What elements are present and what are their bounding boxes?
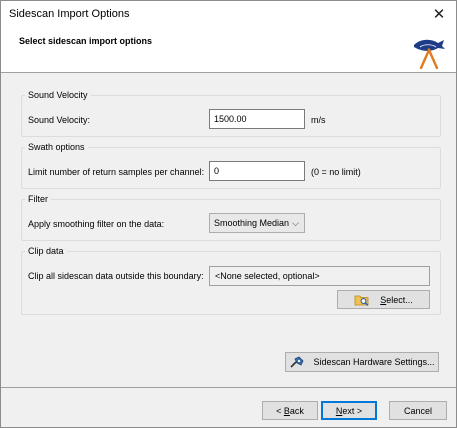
hardware-settings-icon: [290, 356, 304, 368]
return-samples-input[interactable]: 0: [209, 161, 305, 181]
return-samples-hint: (0 = no limit): [311, 167, 361, 177]
dialog-window: Sidescan Import Options ✕ Select sidesca…: [0, 0, 457, 428]
group-filter: Filter Apply smoothing filter on the dat…: [21, 194, 441, 241]
dialog-header: Select sidescan import options: [1, 27, 456, 73]
sound-velocity-input[interactable]: 1500.00: [209, 109, 305, 129]
group-sound-velocity: Sound Velocity Sound Velocity: 1500.00 m…: [21, 90, 441, 137]
clip-boundary-label: Clip all sidescan data outside this boun…: [28, 271, 204, 281]
group-clip-data: Clip data Clip all sidescan data outside…: [21, 246, 441, 315]
smoothing-filter-value: Smoothing Median: [214, 218, 290, 228]
window-title: Sidescan Import Options: [9, 8, 130, 20]
group-legend: Filter: [25, 194, 51, 204]
cancel-button-label: Cancel: [403, 405, 432, 416]
chevron-down-icon: ⌵: [292, 218, 299, 228]
next-button[interactable]: Next >: [321, 401, 377, 420]
clip-boundary-field: <None selected, optional>: [209, 266, 430, 286]
header-title: Select sidescan import options: [19, 36, 153, 46]
group-legend: Swath options: [25, 142, 88, 152]
sound-velocity-unit: m/s: [311, 115, 326, 125]
hardware-settings-button[interactable]: Sidescan Hardware Settings...: [285, 352, 439, 372]
select-boundary-button[interactable]: Select...: [337, 290, 430, 309]
sound-velocity-label: Sound Velocity:: [28, 115, 91, 125]
smoothing-filter-label: Apply smoothing filter on the data:: [28, 219, 165, 229]
back-button[interactable]: < Back: [262, 401, 318, 420]
return-samples-label: Limit number of return samples per chann…: [28, 167, 205, 177]
close-icon: ✕: [432, 6, 446, 23]
select-button-label: Select...: [380, 294, 413, 305]
next-button-label: Next >: [335, 405, 363, 416]
close-button[interactable]: ✕: [422, 1, 456, 27]
smoothing-filter-select[interactable]: Smoothing Median ⌵: [209, 213, 305, 233]
back-button-label: < Back: [276, 405, 304, 416]
app-logo-icon: [414, 39, 445, 69]
group-legend: Sound Velocity: [25, 90, 91, 100]
footer-divider: [1, 387, 456, 388]
hardware-settings-label: Sidescan Hardware Settings...: [313, 357, 435, 367]
group-legend: Clip data: [25, 246, 67, 256]
title-bar: Sidescan Import Options ✕: [1, 1, 456, 27]
cancel-button[interactable]: Cancel: [389, 401, 447, 420]
folder-search-icon: [354, 295, 369, 306]
group-swath-options: Swath options Limit number of return sam…: [21, 142, 441, 189]
